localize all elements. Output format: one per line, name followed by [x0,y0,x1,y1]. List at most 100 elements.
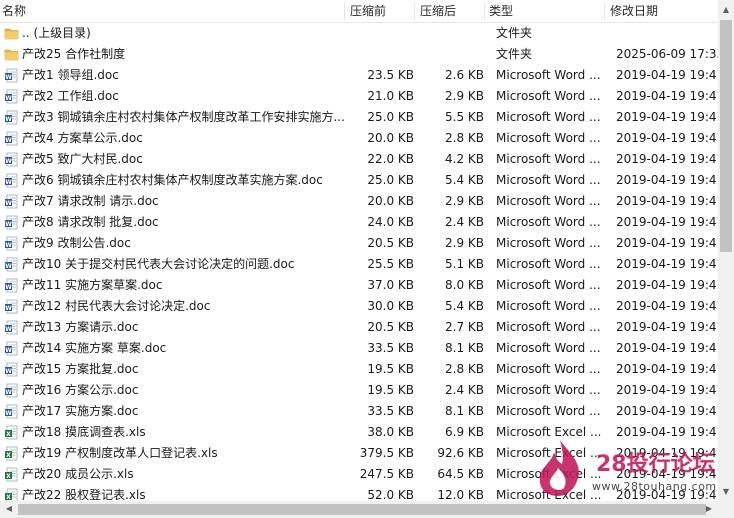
file-row[interactable]: W 产改7 请求改制 请示.doc 20.0 KB 2.9 KB Microsoft W… [0,191,718,212]
file-type: Microsoft Word ... [496,299,601,313]
vertical-scrollbar[interactable]: ▲ ▼ [718,0,734,501]
word-doc-icon: W [5,173,18,188]
horizontal-scroll-thumb[interactable] [18,504,706,515]
file-row[interactable]: W 产改1 领导组.doc 23.5 KB 2.6 KB Microsoft Word … [0,65,718,86]
word-doc-icon: W [5,152,18,167]
file-original-size: 2.9 KB [445,236,484,250]
scroll-right-arrow-icon[interactable]: ▶ [701,501,717,517]
file-original-size: 5.1 KB [445,257,484,271]
column-compressed[interactable]: 压缩前 [350,0,414,22]
file-row[interactable]: 产改25 合作社制度 文件夹 2025-06-09 17:33 [0,44,718,65]
file-modified-date: 2019-04-19 19:41 [616,89,718,103]
file-type: Microsoft Word ... [496,383,601,397]
file-row[interactable]: W 产改12 村民代表大会讨论决定.doc 30.0 KB 5.4 KB Microso… [0,296,718,317]
svg-text:W: W [5,305,12,312]
file-name: 产改17 实施方案.doc [22,404,139,418]
watermark: 28投行论坛 www.28touhang.com [530,436,720,498]
file-row[interactable]: .. (上级目录) 文件夹 [0,23,718,44]
file-original-size: 5.4 KB [445,173,484,187]
file-compressed-size [344,23,414,44]
file-modified-date [616,23,718,44]
file-row[interactable]: W 产改10 关于提交村民代表大会讨论决定的问题.doc 25.5 KB 5.1 KB… [0,254,718,275]
excel-sheet-icon: X [5,488,18,501]
column-modified[interactable]: 修改日期 [610,0,716,22]
file-row[interactable]: W 产改14 实施方案 草案.doc 33.5 KB 8.1 KB Microsoft … [0,338,718,359]
svg-text:X: X [6,494,11,501]
column-original[interactable]: 压缩后 [420,0,484,22]
file-name: 产改10 关于提交村民代表大会讨论决定的问题.doc [22,257,295,271]
file-row[interactable]: W 产改11 实施方案草案.doc 37.0 KB 8.0 KB Microsoft W… [0,275,718,296]
word-doc-icon: W [5,362,18,377]
file-compressed-size [344,44,414,65]
file-modified-date: 2025-06-09 17:33 [616,47,718,61]
flame-logo-icon [539,440,579,496]
file-compressed-size: 24.0 KB [367,215,414,229]
file-compressed-size: 22.0 KB [367,152,414,166]
file-compressed-size: 25.0 KB [367,110,414,124]
scroll-left-arrow-icon[interactable]: ◀ [1,501,17,517]
file-type: Microsoft Word ... [496,215,601,229]
file-original-size: 5.5 KB [445,110,484,124]
column-name[interactable]: 名称 [2,0,342,22]
file-original-size: 6.9 KB [445,425,484,439]
file-compressed-size: 20.5 KB [367,320,414,334]
file-row[interactable]: W 产改8 请求改制 批复.doc 24.0 KB 2.4 KB Microsoft W… [0,212,718,233]
file-row[interactable]: W 产改15 方案批复.doc 19.5 KB 2.8 KB Microsoft Wor… [0,359,718,380]
svg-text:W: W [5,242,12,249]
file-type: Microsoft Word ... [496,152,601,166]
file-row[interactable]: W 产改9 改制公告.doc 20.5 KB 2.9 KB Microsoft Word… [0,233,718,254]
file-row[interactable]: W 产改3 铜城镇余庄村农村集体产权制度改革工作安排实施方... 25.0 KB 5.… [0,107,718,128]
word-doc-icon: W [5,131,18,146]
column-divider[interactable] [604,2,605,20]
file-compressed-size: 21.0 KB [367,89,414,103]
column-divider[interactable] [344,2,345,20]
file-type: Microsoft Word ... [496,194,601,208]
file-row[interactable]: W 产改2 工作组.doc 21.0 KB 2.9 KB Microsoft Word … [0,86,718,107]
word-doc-icon: W [5,236,18,251]
word-doc-icon: W [5,257,18,272]
column-divider[interactable] [414,2,415,20]
excel-sheet-icon: X [5,425,18,440]
watermark-url: www.28touhang.com [592,480,717,493]
svg-text:W: W [5,74,12,81]
horizontal-scrollbar[interactable]: ◀ ▶ [0,501,718,518]
column-type[interactable]: 类型 [489,0,609,22]
file-row[interactable]: W 产改4 方案草公示.doc 20.0 KB 2.8 KB Microsoft Wor… [0,128,718,149]
file-name: 产改12 村民代表大会讨论决定.doc [22,299,211,313]
file-original-size: 92.6 KB [437,446,484,460]
file-row[interactable]: W 产改6 铜城镇余庄村农村集体产权制度改革实施方案.doc 25.0 KB 5.4 … [0,170,718,191]
word-doc-icon: W [5,89,18,104]
scroll-up-arrow-icon[interactable]: ▲ [718,2,734,18]
file-type: Microsoft Word ... [496,341,601,355]
scroll-down-arrow-icon[interactable]: ▼ [718,484,734,500]
vertical-scroll-thumb[interactable] [720,20,732,252]
file-modified-date: 2019-04-19 19:41 [616,194,718,208]
file-compressed-size: 25.0 KB [367,173,414,187]
file-type: Microsoft Word ... [496,404,601,418]
file-row[interactable]: W 产改16 方案公示.doc 19.5 KB 2.4 KB Microsoft Wor… [0,380,718,401]
file-original-size [414,44,484,65]
file-name: 产改5 致广大村民.doc [22,152,143,166]
word-doc-icon: W [5,278,18,293]
file-type: 文件夹 [496,26,533,40]
file-row[interactable]: W 产改5 致广大村民.doc 22.0 KB 4.2 KB Microsoft Wor… [0,149,718,170]
excel-sheet-icon: X [5,467,18,482]
column-divider[interactable] [484,2,485,20]
file-row[interactable]: W 产改13 方案请示.doc 20.5 KB 2.7 KB Microsoft Wor… [0,317,718,338]
file-name: 产改16 方案公示.doc [22,383,139,397]
svg-text:W: W [5,158,12,165]
file-row[interactable]: W 产改17 实施方案.doc 33.5 KB 8.1 KB Microsoft Wor… [0,401,718,422]
file-compressed-size: 20.5 KB [367,236,414,250]
file-modified-date: 2019-04-19 19:41 [616,404,718,418]
file-name: 产改1 领导组.doc [22,68,119,82]
word-doc-icon: W [5,110,18,125]
file-type: Microsoft Word ... [496,131,601,145]
file-name: 产改22 股权登记表.xls [22,488,146,501]
file-compressed-size: 52.0 KB [367,488,414,501]
svg-text:X: X [6,431,11,438]
file-name: 产改7 请求改制 请示.doc [22,194,159,208]
watermark-brand: 28投行论坛 [596,452,715,477]
word-doc-icon: W [5,383,18,398]
scrollbar-corner [718,501,734,518]
file-modified-date: 2019-04-19 19:41 [616,131,718,145]
